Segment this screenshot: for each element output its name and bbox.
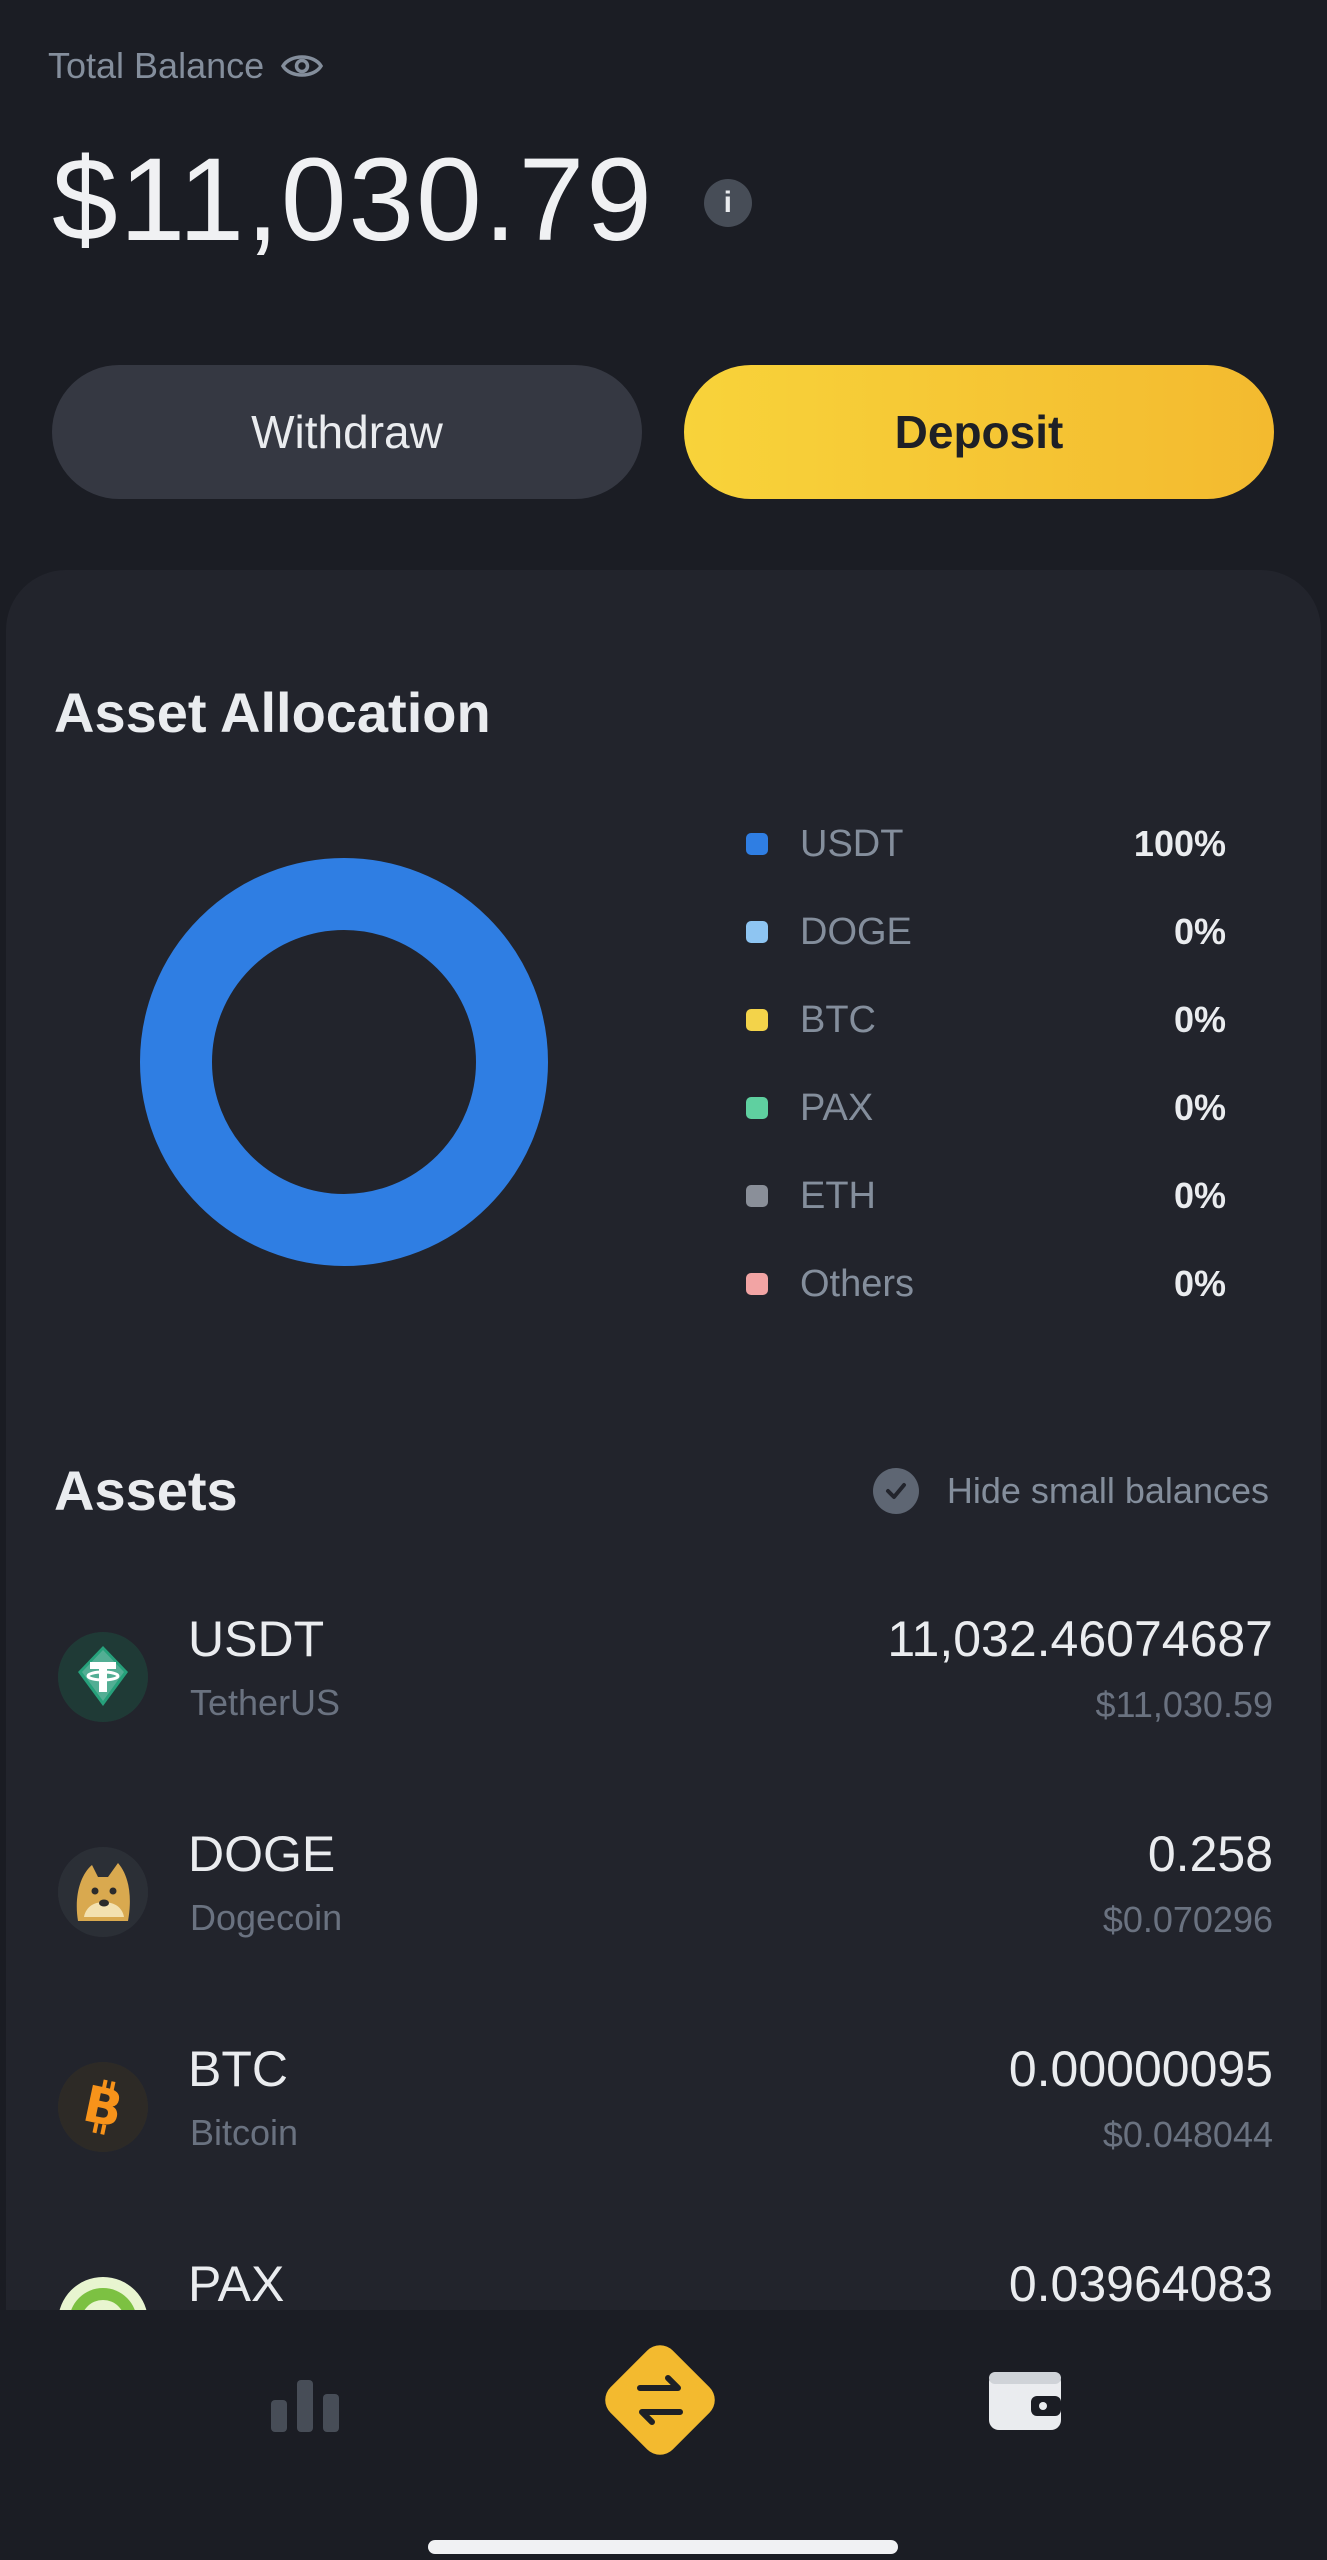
donut-slices: [140, 858, 548, 1266]
trade-icon[interactable]: [590, 2330, 730, 2470]
asset-usd-value: $0.070296: [1102, 1899, 1273, 1940]
deposit-button[interactable]: Deposit: [684, 365, 1274, 499]
legend-swatch: [746, 1273, 768, 1295]
info-icon[interactable]: i: [703, 179, 752, 227]
balance-label: Total Balance: [48, 45, 265, 86]
donut-slice-usdt: [140, 858, 548, 1266]
asset-usd-value: $0.048044: [1102, 2114, 1273, 2155]
asset-allocation-title: Asset Allocation: [54, 681, 491, 744]
legend-percent: 0%: [1173, 1175, 1226, 1216]
balance-row: $11,030.79 i: [52, 132, 752, 268]
total-balance-amount: $11,030.79: [52, 134, 654, 266]
asset-name: TetherUS: [190, 1682, 341, 1723]
asset-name: Bitcoin: [190, 2112, 299, 2153]
legend-item-btc: BTC 0%: [746, 976, 1226, 1064]
dogecoin-icon: [58, 1847, 148, 1937]
tether-icon: [58, 1632, 148, 1722]
asset-usd-value: $11,030.59: [1095, 1684, 1273, 1725]
asset-name: Dogecoin: [190, 1897, 343, 1938]
legend-item-doge: DOGE 0%: [746, 888, 1226, 976]
asset-symbol: DOGE: [188, 1826, 336, 1882]
asset-amount: 0.258: [1147, 1826, 1273, 1882]
asset-amount: 0.03964083: [1008, 2256, 1273, 2312]
legend-swatch: [746, 1097, 768, 1119]
legend-swatch: [746, 921, 768, 943]
legend-item-pax: PAX 0%: [746, 1064, 1226, 1152]
bottom-navigation: [0, 2310, 1327, 2560]
legend-percent: 0%: [1173, 1087, 1226, 1128]
bitcoin-icon: B: [58, 2062, 148, 2152]
assets-title: Assets: [54, 1459, 238, 1522]
legend-percent: 0%: [1173, 1263, 1226, 1304]
legend-label: USDT: [800, 822, 904, 865]
balance-header: Total Balance $11,030.79 i Withdraw Depo…: [0, 0, 1327, 610]
asset-amount: 11,032.46074687: [887, 1611, 1273, 1667]
legend-item-eth: ETH 0%: [746, 1152, 1226, 1240]
legend-label: ETH: [800, 1174, 876, 1217]
legend-label: BTC: [800, 998, 876, 1041]
checkmark-icon[interactable]: [872, 1468, 919, 1514]
legend-percent: 100%: [1133, 823, 1226, 864]
withdraw-button[interactable]: Withdraw: [52, 365, 642, 499]
legend-label: DOGE: [800, 910, 912, 953]
allocation-legend: USDT 100% DOGE 0% BTC 0% PAX 0% ETH 0% O…: [746, 800, 1226, 1328]
wallet-screen: Total Balance $11,030.79 i Withdraw Depo…: [0, 0, 1327, 2560]
legend-item-others: Others 0%: [746, 1240, 1226, 1328]
legend-percent: 0%: [1173, 911, 1226, 952]
legend-label: PAX: [800, 1086, 874, 1129]
home-indicator[interactable]: [428, 2540, 898, 2554]
legend-swatch: [746, 1009, 768, 1031]
eye-icon[interactable]: [280, 51, 324, 81]
legend-item-usdt: USDT 100%: [746, 800, 1226, 888]
legend-swatch: [746, 833, 768, 855]
asset-row-usdt[interactable]: USDT TetherUS 11,032.46074687 $11,030.59: [6, 1610, 1321, 1810]
legend-swatch: [746, 1185, 768, 1207]
hide-small-balances-toggle[interactable]: Hide small balances: [872, 1468, 1269, 1514]
allocation-donut-chart: [140, 858, 548, 1266]
hide-small-balances-label: Hide small balances: [946, 1470, 1269, 1511]
balance-label-row: Total Balance: [48, 44, 324, 88]
wallet-icon[interactable]: [970, 2346, 1080, 2456]
asset-row-btc[interactable]: B BTC Bitcoin 0.00000095 $0.048044: [6, 2040, 1321, 2240]
assets-card: Asset Allocation USDT 100% DOGE 0% BTC 0…: [6, 570, 1321, 2330]
asset-amount: 0.00000095: [1008, 2041, 1273, 2097]
asset-symbol: PAX: [188, 2256, 285, 2312]
markets-icon[interactable]: [250, 2346, 360, 2456]
asset-symbol: BTC: [188, 2041, 288, 2097]
asset-symbol: USDT: [188, 1611, 325, 1667]
legend-label: Others: [800, 1262, 915, 1305]
legend-percent: 0%: [1173, 999, 1226, 1040]
asset-row-doge[interactable]: DOGE Dogecoin 0.258 $0.070296: [6, 1825, 1321, 2025]
